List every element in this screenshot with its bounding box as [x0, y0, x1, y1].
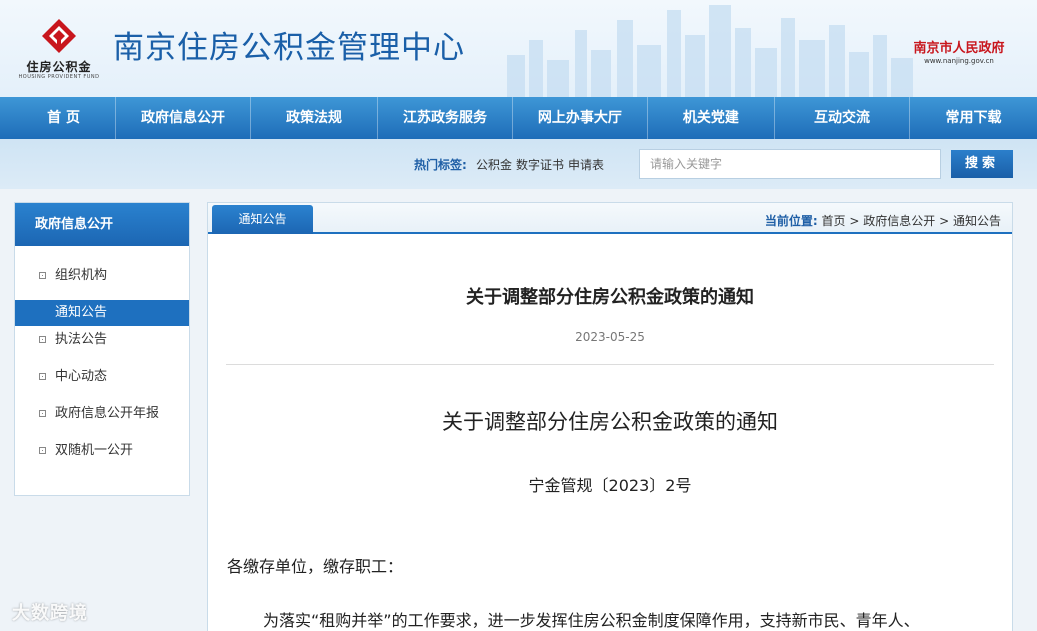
- breadcrumb-separator: >: [849, 214, 860, 228]
- sidebar-item-label: 通知公告: [55, 305, 108, 320]
- square-bullet-icon: [39, 336, 46, 343]
- gov-name: 南京市人民政府: [913, 41, 1005, 56]
- sidebar-item-news[interactable]: 中心动态: [15, 364, 189, 390]
- search-input[interactable]: [639, 149, 941, 179]
- tab-notices[interactable]: 通知公告: [212, 205, 313, 234]
- breadcrumb: 当前位置: 首页 > 政府信息公开 > 通知公告: [765, 212, 1001, 229]
- nav-item-jiangsu-services[interactable]: 江苏政务服务: [378, 97, 513, 139]
- breadcrumb-separator: >: [939, 214, 950, 228]
- breadcrumb-home[interactable]: 首页: [822, 214, 846, 228]
- logo-subtext: HOUSING PROVIDENT FUND: [18, 74, 100, 80]
- breadcrumb-notices[interactable]: 通知公告: [953, 214, 1001, 228]
- article-panel: 通知公告 当前位置: 首页 > 政府信息公开 > 通知公告 关于调整部分住房公积…: [207, 202, 1013, 631]
- document-paragraph: 为落实“租购并举”的工作要求，进一步发挥住房公积金制度保障作用，支持新市民、青年…: [263, 611, 920, 630]
- article-divider: [226, 364, 994, 365]
- square-bullet-icon: [39, 373, 46, 380]
- article-date: 2023-05-25: [575, 330, 645, 344]
- sidebar-item-annual-report[interactable]: 政府信息公开年报: [15, 401, 189, 427]
- sidebar-item-organization[interactable]: 组织机构: [15, 263, 189, 289]
- sidebar: 政府信息公开 组织机构 通知公告 执法公告 中心动态 政府信息公开年报 双随机一…: [14, 202, 190, 496]
- search-bar: 热门标签: 公积金 数字证书 申请表 搜索: [0, 139, 1037, 189]
- document-number: 宁金管规〔2023〕2号: [528, 476, 692, 495]
- hot-tags-label: 热门标签:: [414, 158, 467, 172]
- hot-tag-application-form[interactable]: 申请表: [568, 156, 604, 173]
- sidebar-item-enforcement[interactable]: 执法公告: [15, 327, 189, 353]
- sidebar-item-label: 执法公告: [55, 332, 108, 347]
- nav-item-policy[interactable]: 政策法规: [251, 97, 379, 139]
- sidebar-item-label: 组织机构: [55, 268, 108, 283]
- square-bullet-icon: [39, 447, 46, 454]
- sidebar-item-double-random[interactable]: 双随机一公开: [15, 438, 189, 464]
- sidebar-item-label: 双随机一公开: [55, 443, 134, 458]
- sidebar-title: 政府信息公开: [15, 203, 189, 246]
- watermark: 大数跨境: [12, 603, 88, 624]
- sidebar-item-notices[interactable]: 通知公告: [15, 300, 189, 326]
- breadcrumb-gov-info[interactable]: 政府信息公开: [863, 214, 935, 228]
- content-tab-bar: 通知公告 当前位置: 首页 > 政府信息公开 > 通知公告: [208, 203, 1012, 234]
- site-logo[interactable]: 住房公积金 HOUSING PROVIDENT FUND: [18, 18, 100, 84]
- document-title: 关于调整部分住房公积金政策的通知: [442, 410, 778, 434]
- sidebar-item-label: 中心动态: [55, 369, 108, 384]
- nav-item-interaction[interactable]: 互动交流: [775, 97, 910, 139]
- city-skyline-banner: [507, 5, 913, 97]
- logo-text: 住房公积金: [26, 60, 92, 74]
- site-title: 南京住房公积金管理中心: [113, 30, 465, 66]
- provident-fund-logo-icon: [42, 19, 76, 53]
- document-salutation: 各缴存单位，缴存职工：: [227, 557, 404, 576]
- site-header: 住房公积金 HOUSING PROVIDENT FUND 南京住房公积金管理中心…: [0, 0, 1037, 97]
- nav-item-home[interactable]: 首 页: [12, 97, 117, 139]
- nav-item-online-hall[interactable]: 网上办事大厅: [513, 97, 648, 139]
- breadcrumb-prefix: 当前位置:: [764, 214, 818, 228]
- article-title: 关于调整部分住房公积金政策的通知: [466, 287, 754, 308]
- nanjing-gov-link[interactable]: 南京市人民政府 www.nanjing.gov.cn: [904, 37, 1014, 65]
- search-button[interactable]: 搜索: [951, 150, 1013, 178]
- nav-item-gov-info[interactable]: 政府信息公开: [116, 97, 251, 139]
- square-bullet-icon: [39, 410, 46, 417]
- gov-url: www.nanjing.gov.cn: [924, 57, 994, 65]
- main-nav: 首 页 政府信息公开 政策法规 江苏政务服务 网上办事大厅 机关党建 互动交流 …: [0, 97, 1037, 139]
- hot-tag-digital-cert[interactable]: 数字证书: [516, 156, 564, 173]
- nav-item-party[interactable]: 机关党建: [648, 97, 776, 139]
- hot-tag-provident-fund[interactable]: 公积金: [476, 156, 512, 173]
- sidebar-item-label: 政府信息公开年报: [55, 406, 160, 421]
- nav-item-downloads[interactable]: 常用下载: [910, 97, 1037, 139]
- square-bullet-icon: [39, 272, 46, 279]
